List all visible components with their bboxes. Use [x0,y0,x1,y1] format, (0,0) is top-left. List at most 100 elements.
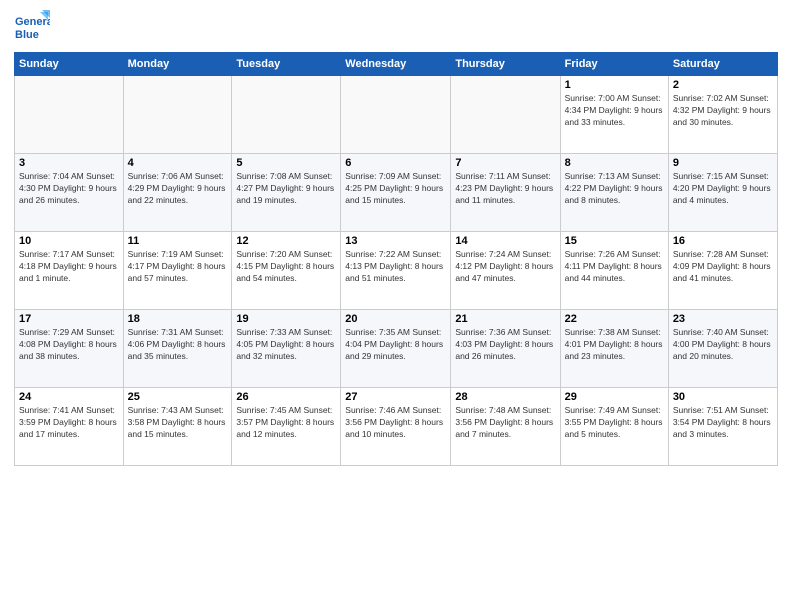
calendar-cell: 14 Sunrise: 7:24 AM Sunset: 4:12 PM Dayli… [451,232,560,310]
day-info: Sunrise: 7:13 AM Sunset: 4:22 PM Dayligh… [565,171,664,207]
day-info: Sunrise: 7:22 AM Sunset: 4:13 PM Dayligh… [345,249,446,285]
day-info: Sunrise: 7:15 AM Sunset: 4:20 PM Dayligh… [673,171,773,207]
calendar-cell: 7 Sunrise: 7:11 AM Sunset: 4:23 PM Daylig… [451,154,560,232]
day-info: Sunrise: 7:29 AM Sunset: 4:08 PM Dayligh… [19,327,119,363]
header: General Blue [14,10,778,46]
calendar-cell: 5 Sunrise: 7:08 AM Sunset: 4:27 PM Daylig… [232,154,341,232]
week-row-5: 24 Sunrise: 7:41 AM Sunset: 3:59 PM Dayli… [15,388,778,466]
day-info: Sunrise: 7:06 AM Sunset: 4:29 PM Dayligh… [128,171,228,207]
calendar-cell: 1Sunrise: 7:00 AM Sunset: 4:34 PM Daylig… [560,76,668,154]
calendar-cell [341,76,451,154]
day-info: Sunrise: 7:43 AM Sunset: 3:58 PM Dayligh… [128,405,228,441]
calendar-cell: 28 Sunrise: 7:48 AM Sunset: 3:56 PM Dayli… [451,388,560,466]
calendar-cell: 29 Sunrise: 7:49 AM Sunset: 3:55 PM Dayli… [560,388,668,466]
day-info: Sunrise: 7:48 AM Sunset: 3:56 PM Dayligh… [455,405,555,441]
day-info: Sunrise: 7:28 AM Sunset: 4:09 PM Dayligh… [673,249,773,285]
day-info: Sunrise: 7:17 AM Sunset: 4:18 PM Dayligh… [19,249,119,285]
calendar-cell: 24 Sunrise: 7:41 AM Sunset: 3:59 PM Dayli… [15,388,124,466]
calendar-cell: 2 Sunrise: 7:02 AM Sunset: 4:32 PM Daylig… [668,76,777,154]
weekday-header-tuesday: Tuesday [232,53,341,76]
day-number: 26 [236,391,336,403]
day-info: Sunrise: 7:49 AM Sunset: 3:55 PM Dayligh… [565,405,664,441]
calendar-cell [123,76,232,154]
day-info: Sunrise: 7:19 AM Sunset: 4:17 PM Dayligh… [128,249,228,285]
calendar-cell: 3 Sunrise: 7:04 AM Sunset: 4:30 PM Daylig… [15,154,124,232]
day-number: 22 [565,313,664,325]
day-info: Sunrise: 7:24 AM Sunset: 4:12 PM Dayligh… [455,249,555,285]
logo-graphic: General Blue [14,10,50,46]
day-number: 11 [128,235,228,247]
day-number: 8 [565,157,664,169]
weekday-header-sunday: Sunday [15,53,124,76]
day-number: 14 [455,235,555,247]
calendar-cell: 16 Sunrise: 7:28 AM Sunset: 4:09 PM Dayli… [668,232,777,310]
day-info: Sunrise: 7:08 AM Sunset: 4:27 PM Dayligh… [236,171,336,207]
calendar-cell: 15Sunrise: 7:26 AM Sunset: 4:11 PM Dayli… [560,232,668,310]
day-info: Sunrise: 7:09 AM Sunset: 4:25 PM Dayligh… [345,171,446,207]
calendar-cell [451,76,560,154]
calendar-cell: 4Sunrise: 7:06 AM Sunset: 4:29 PM Daylig… [123,154,232,232]
calendar-table: SundayMondayTuesdayWednesdayThursdayFrid… [14,52,778,466]
day-number: 3 [19,157,119,169]
day-info: Sunrise: 7:00 AM Sunset: 4:34 PM Dayligh… [565,93,664,129]
day-number: 16 [673,235,773,247]
day-number: 5 [236,157,336,169]
day-number: 12 [236,235,336,247]
svg-text:General: General [15,16,50,28]
weekday-header-thursday: Thursday [451,53,560,76]
day-info: Sunrise: 7:36 AM Sunset: 4:03 PM Dayligh… [455,327,555,363]
day-info: Sunrise: 7:46 AM Sunset: 3:56 PM Dayligh… [345,405,446,441]
calendar-cell: 13 Sunrise: 7:22 AM Sunset: 4:13 PM Dayli… [341,232,451,310]
day-number: 18 [128,313,228,325]
day-number: 29 [565,391,664,403]
calendar-cell: 18 Sunrise: 7:31 AM Sunset: 4:06 PM Dayli… [123,310,232,388]
calendar-cell [15,76,124,154]
week-row-1: 1Sunrise: 7:00 AM Sunset: 4:34 PM Daylig… [15,76,778,154]
calendar-cell: 9 Sunrise: 7:15 AM Sunset: 4:20 PM Daylig… [668,154,777,232]
day-number: 28 [455,391,555,403]
day-info: Sunrise: 7:02 AM Sunset: 4:32 PM Dayligh… [673,93,773,129]
weekday-header-saturday: Saturday [668,53,777,76]
calendar-cell: 10 Sunrise: 7:17 AM Sunset: 4:18 PM Dayli… [15,232,124,310]
day-number: 9 [673,157,773,169]
day-info: Sunrise: 7:45 AM Sunset: 3:57 PM Dayligh… [236,405,336,441]
day-info: Sunrise: 7:20 AM Sunset: 4:15 PM Dayligh… [236,249,336,285]
day-number: 23 [673,313,773,325]
day-info: Sunrise: 7:51 AM Sunset: 3:54 PM Dayligh… [673,405,773,441]
day-info: Sunrise: 7:31 AM Sunset: 4:06 PM Dayligh… [128,327,228,363]
day-number: 7 [455,157,555,169]
day-number: 30 [673,391,773,403]
day-info: Sunrise: 7:33 AM Sunset: 4:05 PM Dayligh… [236,327,336,363]
calendar-cell: 20Sunrise: 7:35 AM Sunset: 4:04 PM Dayli… [341,310,451,388]
weekday-header-wednesday: Wednesday [341,53,451,76]
calendar-cell: 12 Sunrise: 7:20 AM Sunset: 4:15 PM Dayli… [232,232,341,310]
day-number: 24 [19,391,119,403]
weekday-header-row: SundayMondayTuesdayWednesdayThursdayFrid… [15,53,778,76]
day-info: Sunrise: 7:41 AM Sunset: 3:59 PM Dayligh… [19,405,119,441]
day-info: Sunrise: 7:26 AM Sunset: 4:11 PM Dayligh… [565,249,664,285]
day-number: 17 [19,313,119,325]
day-number: 19 [236,313,336,325]
calendar-cell: 30 Sunrise: 7:51 AM Sunset: 3:54 PM Dayli… [668,388,777,466]
day-number: 10 [19,235,119,247]
day-info: Sunrise: 7:38 AM Sunset: 4:01 PM Dayligh… [565,327,664,363]
logo: General Blue [14,10,50,46]
day-info: Sunrise: 7:11 AM Sunset: 4:23 PM Dayligh… [455,171,555,207]
day-number: 2 [673,79,773,91]
weekday-header-friday: Friday [560,53,668,76]
calendar-cell: 22 Sunrise: 7:38 AM Sunset: 4:01 PM Dayli… [560,310,668,388]
day-number: 13 [345,235,446,247]
calendar-cell: 25 Sunrise: 7:43 AM Sunset: 3:58 PM Dayli… [123,388,232,466]
day-number: 6 [345,157,446,169]
calendar-cell: 19 Sunrise: 7:33 AM Sunset: 4:05 PM Dayli… [232,310,341,388]
day-info: Sunrise: 7:04 AM Sunset: 4:30 PM Dayligh… [19,171,119,207]
calendar-cell [232,76,341,154]
day-info: Sunrise: 7:40 AM Sunset: 4:00 PM Dayligh… [673,327,773,363]
week-row-2: 3 Sunrise: 7:04 AM Sunset: 4:30 PM Daylig… [15,154,778,232]
calendar-cell: 11 Sunrise: 7:19 AM Sunset: 4:17 PM Dayli… [123,232,232,310]
calendar-cell: 8 Sunrise: 7:13 AM Sunset: 4:22 PM Daylig… [560,154,668,232]
day-number: 25 [128,391,228,403]
day-number: 27 [345,391,446,403]
svg-text:Blue: Blue [15,29,39,41]
day-number: 20 [345,313,446,325]
